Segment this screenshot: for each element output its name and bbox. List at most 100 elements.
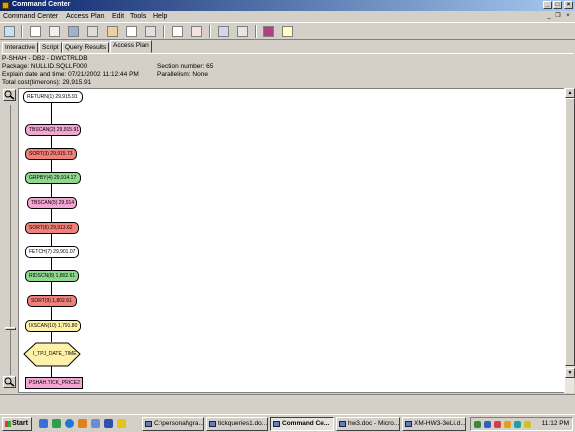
script-icon[interactable] (30, 26, 41, 37)
tab-interactive[interactable]: Interactive (2, 42, 38, 53)
page-icon[interactable] (126, 26, 137, 37)
taskbar-item-label: C:\personal\gra... (154, 420, 204, 427)
chart-icon[interactable] (87, 26, 98, 37)
plan-node-ridscn[interactable]: RIDSCN(8) 1,802.61 (25, 270, 79, 282)
tab-query-results[interactable]: Query Results (62, 42, 110, 53)
menu-bar: Command Center Access Plan Edit Tools He… (0, 11, 575, 22)
scroll-down-icon[interactable]: ▼ (565, 368, 575, 378)
tab-script[interactable]: Script (39, 42, 62, 53)
tree-icon[interactable] (237, 26, 248, 37)
total-cost-label: Total cost(timerons): 29,915.91 (2, 79, 92, 86)
menu-command-center[interactable]: Command Center (3, 13, 58, 20)
scroll-thumb[interactable] (565, 98, 575, 366)
window-icon[interactable] (107, 26, 118, 37)
plan-node-tbscan[interactable]: TBSCAN(2) 29,915.91 (25, 124, 81, 136)
word-icon (339, 421, 346, 427)
quicklaunch-icon[interactable] (78, 419, 87, 428)
section-number-label: Section number: 65 (157, 63, 214, 70)
clock[interactable]: 11:12 PM (542, 420, 569, 427)
plan-node-sort[interactable]: SORT(3) 29,915.73 (25, 148, 77, 160)
toolbar (0, 22, 575, 40)
window-title: Command Center (12, 1, 71, 8)
tab-access-plan[interactable]: Access Plan (110, 40, 152, 53)
graph-edge (51, 103, 52, 124)
plan-node-tbscan[interactable]: TBSCAN(5) 29,914 (27, 197, 77, 209)
status-area (0, 394, 575, 414)
table-icon[interactable] (218, 26, 229, 37)
grid-icon[interactable] (172, 26, 183, 37)
zoom-slider-thumb[interactable] (5, 327, 16, 330)
ie-icon[interactable] (65, 419, 74, 428)
taskbar-item-explorer[interactable]: C:\personal\gra... (142, 417, 204, 431)
quicklaunch-icon[interactable] (104, 419, 113, 428)
tray-icon[interactable] (524, 421, 531, 428)
plan-node-return[interactable]: RETURN(1) 29,915.91 (23, 91, 83, 103)
taskbar-item-label: tickqueries1.do... (218, 420, 268, 427)
tray-icon[interactable] (494, 421, 501, 428)
graph-edge (51, 136, 52, 148)
plan-node-table[interactable]: PSHAH.TICK_PRICE2 (25, 377, 83, 389)
taskbar-item-tickqueries[interactable]: tickqueries1.do... (206, 417, 268, 431)
quicklaunch-icon[interactable] (117, 419, 126, 428)
mdi-minimize-button[interactable]: _ (545, 12, 553, 20)
desktop-icon[interactable] (39, 419, 48, 428)
parallelism-label: Parallelism: None (157, 71, 208, 78)
zoom-out-icon[interactable] (3, 376, 16, 388)
plan-icon[interactable] (68, 26, 79, 37)
app-icon (2, 2, 9, 9)
plan-node-fetch[interactable]: FETCH(7) 29,901.07 (25, 246, 79, 258)
mdi-restore-button[interactable]: ❐ (554, 12, 562, 20)
taskbar-item-label: XM-HW3-3eLi.d... (414, 420, 466, 427)
zoom-panel (1, 87, 18, 392)
results-icon[interactable] (49, 26, 60, 37)
server-label: P-SHAH - DB2 - DWCTRLDB (2, 55, 88, 62)
start-label: Start (12, 420, 28, 427)
toolbar-separator (163, 25, 165, 38)
zoom-in-icon[interactable] (3, 89, 16, 101)
access-plan-graph[interactable]: RETURN(1) 29,915.91 TBSCAN(2) 29,915.91 … (18, 88, 566, 393)
help-icon[interactable] (282, 26, 293, 37)
taskbar-item-hw3-doc[interactable]: hw3.doc - Micro... (336, 417, 400, 431)
tray-icon[interactable] (504, 421, 511, 428)
tray-icon[interactable] (484, 421, 491, 428)
back-icon[interactable] (4, 26, 15, 37)
plan-node-sort[interactable]: SORT(6) 29,913.62 (25, 222, 79, 234)
title-bar: Command Center _ □ × (0, 0, 575, 11)
zoom-slider-track (10, 105, 11, 375)
menu-help[interactable]: Help (153, 13, 167, 20)
vertical-scrollbar[interactable]: ▲ ▼ (564, 88, 575, 393)
explain-time-label: Explain date and time: 07/21/2002 11:12:… (2, 71, 139, 78)
quicklaunch-icon[interactable] (91, 419, 100, 428)
toolbar-separator (209, 25, 211, 38)
tray-icon[interactable] (514, 421, 521, 428)
graph-edge (51, 160, 52, 172)
maximize-button[interactable]: □ (553, 1, 562, 9)
taskbar-item-label: Command Ce... (282, 420, 330, 427)
taskbar-item-xm-hw3[interactable]: XM-HW3-3eLi.d... (402, 417, 466, 431)
quicklaunch-icon[interactable] (52, 419, 61, 428)
menu-tools[interactable]: Tools (130, 13, 146, 20)
scroll-up-icon[interactable]: ▲ (565, 88, 575, 98)
graph-edge (51, 234, 52, 246)
close-button[interactable]: × (564, 1, 573, 9)
tray-icon[interactable] (474, 421, 481, 428)
plan-node-grpby[interactable]: GRPBY(4) 29,914.17 (25, 172, 81, 184)
graph-edge (51, 282, 52, 295)
plan-node-sort[interactable]: SORT(9) 1,802.61 (27, 295, 77, 307)
graph-edge (51, 184, 52, 197)
minimize-button[interactable]: _ (543, 1, 552, 9)
menu-edit[interactable]: Edit (112, 13, 124, 20)
toolbar-separator (21, 25, 23, 38)
start-button[interactable]: Start (2, 417, 32, 431)
folder-icon (145, 421, 152, 427)
taskbar-item-command-center[interactable]: Command Ce... (270, 417, 334, 431)
plan-node-index[interactable]: I_TPJ_DATE_TIME (33, 351, 77, 357)
app-icon (273, 421, 280, 427)
plan-node-ixscan[interactable]: IXSCAN(10) 1,791.80 (25, 320, 81, 332)
list-icon[interactable] (191, 26, 202, 37)
mdi-close-button[interactable]: × (564, 12, 572, 20)
stop-icon[interactable] (263, 26, 274, 37)
print-icon[interactable] (145, 26, 156, 37)
graph-edge (51, 332, 52, 342)
menu-access-plan[interactable]: Access Plan (66, 13, 105, 20)
